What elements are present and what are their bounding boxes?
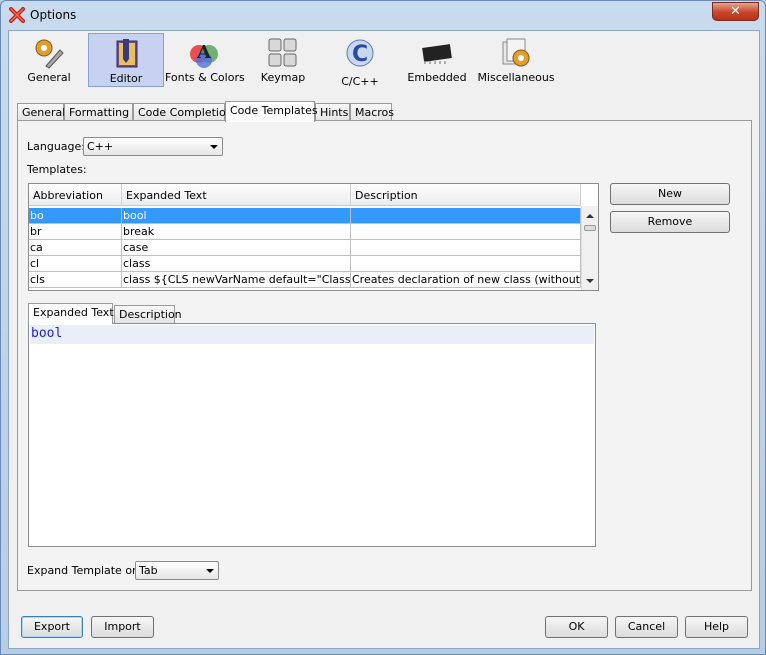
cell-abbreviation: bo: [29, 208, 122, 224]
column-header-expanded-text[interactable]: Expanded Text: [122, 184, 351, 206]
category-general[interactable]: General: [11, 33, 87, 87]
tab-hints[interactable]: Hints: [315, 103, 350, 121]
category-c-cpp[interactable]: C C/C++: [322, 33, 398, 88]
category-fonts-colors[interactable]: A Fonts & Colors: [165, 33, 245, 87]
code-templates-panel: Language: C++ Templates: Abbreviation Ex…: [17, 120, 752, 591]
editor-content[interactable]: bool: [31, 326, 62, 341]
remove-button[interactable]: Remove: [610, 211, 730, 233]
category-label: Miscellaneous: [477, 71, 555, 84]
cell-expanded-text: class ${CLS newVarName default="Class"} …: [122, 272, 351, 288]
expand-on-label: Expand Template on:: [27, 564, 143, 577]
expand-on-value: Tab: [139, 564, 158, 577]
options-window: Options ✕ General Editor A Fonts & Color…: [0, 0, 766, 655]
tab-formatting[interactable]: Formatting: [64, 103, 133, 121]
remove-button-label: Remove: [647, 215, 693, 228]
category-label: Keymap: [260, 71, 306, 84]
category-label: Fonts & Colors: [165, 71, 245, 84]
cell-description: [351, 208, 581, 224]
table-header: Abbreviation Expanded Text Description: [29, 184, 581, 206]
column-header-abbreviation[interactable]: Abbreviation: [29, 184, 122, 206]
app-x-icon: [9, 7, 25, 23]
dropdown-arrow-icon: [210, 145, 218, 149]
cell-abbreviation: cl: [29, 256, 122, 272]
table-row[interactable]: br break: [29, 224, 581, 240]
language-value: C++: [87, 140, 114, 153]
cell-description: [351, 256, 581, 272]
import-button-label: Import: [104, 620, 141, 633]
cell-expanded-text: class: [122, 256, 351, 272]
language-combo[interactable]: C++: [83, 137, 223, 156]
export-button-label: Export: [33, 620, 70, 633]
scroll-up-icon[interactable]: [586, 214, 594, 218]
svg-text:C: C: [352, 42, 368, 67]
current-line-highlight: [30, 325, 594, 344]
category-label: Editor: [109, 72, 143, 85]
new-button-label: New: [658, 187, 682, 200]
tab-code-templates[interactable]: Code Templates: [225, 101, 318, 122]
cancel-button[interactable]: Cancel: [615, 616, 678, 638]
title-bar[interactable]: Options ✕: [1, 1, 765, 31]
cancel-button-label: Cancel: [627, 620, 666, 633]
category-label: C/C++: [341, 75, 379, 88]
subtab-description[interactable]: Description: [114, 305, 182, 324]
svg-text:A: A: [196, 42, 212, 63]
export-button[interactable]: Export: [21, 616, 83, 638]
table-row[interactable]: ca case: [29, 240, 581, 256]
ok-button[interactable]: OK: [545, 616, 608, 638]
cell-expanded-text: case: [122, 240, 351, 256]
misc-gear-icon: [502, 38, 530, 67]
subtab-expanded-text[interactable]: Expanded Text: [28, 303, 114, 324]
cell-abbreviation: cls: [29, 272, 122, 288]
ok-button-label: OK: [568, 620, 585, 633]
font-palette-icon: A: [190, 42, 218, 68]
language-label: Language:: [27, 140, 85, 153]
templates-table: Abbreviation Expanded Text Description b…: [28, 183, 599, 291]
dropdown-arrow-icon: [206, 569, 214, 573]
category-label: General: [27, 71, 71, 84]
wrench-gear-icon: [35, 39, 64, 69]
cell-expanded-text: bool: [122, 208, 351, 224]
tab-general[interactable]: General: [17, 103, 65, 121]
expanded-text-editor[interactable]: bool: [28, 323, 596, 547]
cell-description: Creates declaration of new class (withou…: [351, 272, 581, 288]
category-editor[interactable]: Editor: [88, 33, 164, 87]
import-button[interactable]: Import: [91, 616, 154, 638]
keyboard-icon: [268, 38, 297, 67]
table-scrollbar[interactable]: [581, 206, 598, 290]
table-row[interactable]: cl class: [29, 256, 581, 272]
category-keymap[interactable]: Keymap: [245, 33, 321, 87]
scroll-down-icon[interactable]: [586, 279, 594, 283]
category-embedded[interactable]: Embedded: [399, 33, 475, 87]
cell-description: [351, 240, 581, 256]
category-miscellaneous[interactable]: Miscellaneous: [476, 33, 556, 87]
help-button[interactable]: Help: [685, 616, 748, 638]
cell-abbreviation: ca: [29, 240, 122, 256]
expand-on-combo[interactable]: Tab: [135, 561, 219, 580]
cell-expanded-text: break: [122, 224, 351, 240]
c-language-icon: C: [346, 39, 374, 67]
table-row[interactable]: bo bool: [29, 208, 581, 224]
cell-abbreviation: br: [29, 224, 122, 240]
category-label: Embedded: [407, 71, 467, 84]
pen-notebook-icon: [116, 39, 138, 68]
tab-code-completion[interactable]: Code Completion: [133, 103, 233, 121]
microchip-icon: [422, 44, 452, 64]
close-icon: ✕: [730, 4, 741, 19]
help-button-label: Help: [703, 620, 730, 633]
templates-label: Templates:: [27, 163, 87, 176]
window-title: Options: [30, 8, 77, 22]
new-button[interactable]: New: [610, 183, 730, 205]
column-header-description[interactable]: Description: [351, 184, 581, 206]
cell-description: [351, 224, 581, 240]
scroll-thumb[interactable]: [584, 225, 596, 231]
tab-macros[interactable]: Macros: [350, 103, 394, 121]
options-client-area: General Editor A Fonts & Colors Keymap C…: [8, 30, 760, 649]
close-button[interactable]: ✕: [712, 2, 759, 21]
table-row[interactable]: cls class ${CLS newVarName default="Clas…: [29, 272, 581, 288]
